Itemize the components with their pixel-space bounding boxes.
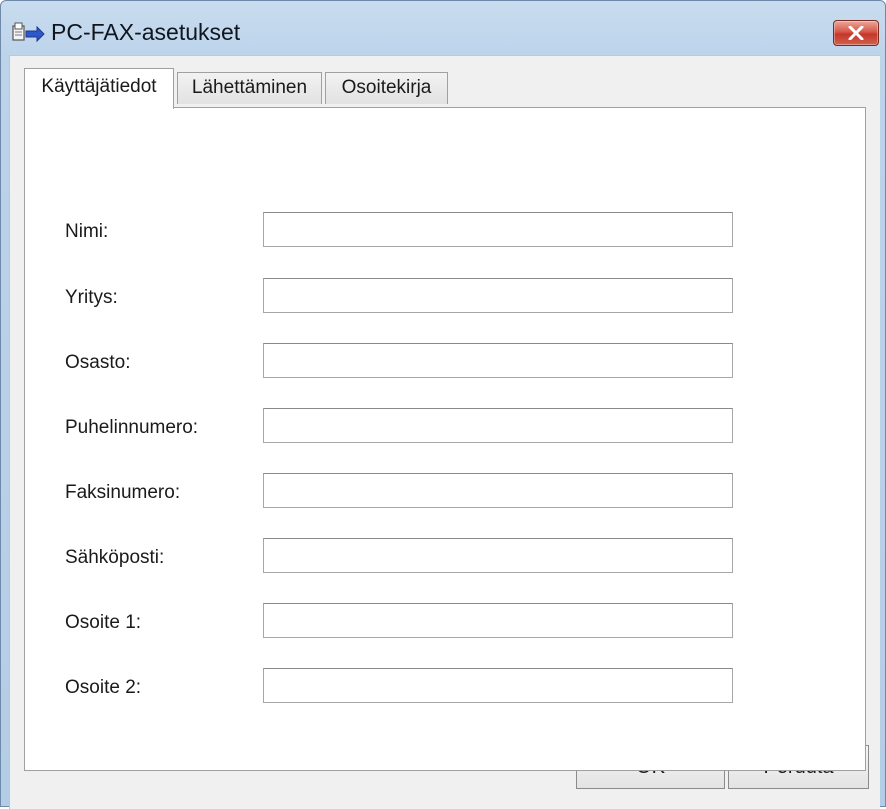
fax-settings-icon bbox=[11, 21, 45, 47]
email-label: Sähköposti: bbox=[65, 547, 165, 568]
window-title: PC-FAX-asetukset bbox=[51, 19, 241, 45]
fax-field[interactable] bbox=[263, 473, 733, 508]
address1-label: Osoite 1: bbox=[65, 612, 142, 633]
dialog-client-area: Käyttäjätiedot Lähettäminen Osoitekirja … bbox=[9, 55, 880, 809]
phone-field[interactable] bbox=[263, 408, 733, 443]
name-field[interactable] bbox=[263, 212, 733, 247]
address2-label: Osoite 2: bbox=[65, 677, 142, 698]
email-field[interactable] bbox=[263, 538, 733, 573]
department-label: Osasto: bbox=[65, 352, 131, 373]
close-icon bbox=[848, 26, 864, 40]
tab-user-info[interactable]: Käyttäjätiedot bbox=[24, 68, 174, 109]
close-button[interactable] bbox=[833, 20, 879, 46]
department-field[interactable] bbox=[263, 343, 733, 378]
company-label: Yritys: bbox=[65, 287, 118, 308]
phone-label: Puhelinnumero: bbox=[65, 417, 199, 438]
tab-sending[interactable]: Lähettäminen bbox=[177, 72, 322, 104]
name-label: Nimi: bbox=[65, 221, 109, 242]
address1-field[interactable] bbox=[263, 603, 733, 638]
user-info-panel: Nimi: Yritys: Osasto: Puhelinnumero: Fak… bbox=[24, 107, 866, 771]
tab-address-book[interactable]: Osoitekirja bbox=[325, 72, 448, 104]
address2-field[interactable] bbox=[263, 668, 733, 703]
company-field[interactable] bbox=[263, 278, 733, 313]
title-bar[interactable]: PC-FAX-asetukset bbox=[1, 1, 885, 55]
fax-label: Faksinumero: bbox=[65, 482, 181, 503]
pc-fax-settings-dialog: PC-FAX-asetukset Käyttäjätiedot Lähettäm… bbox=[0, 0, 886, 809]
